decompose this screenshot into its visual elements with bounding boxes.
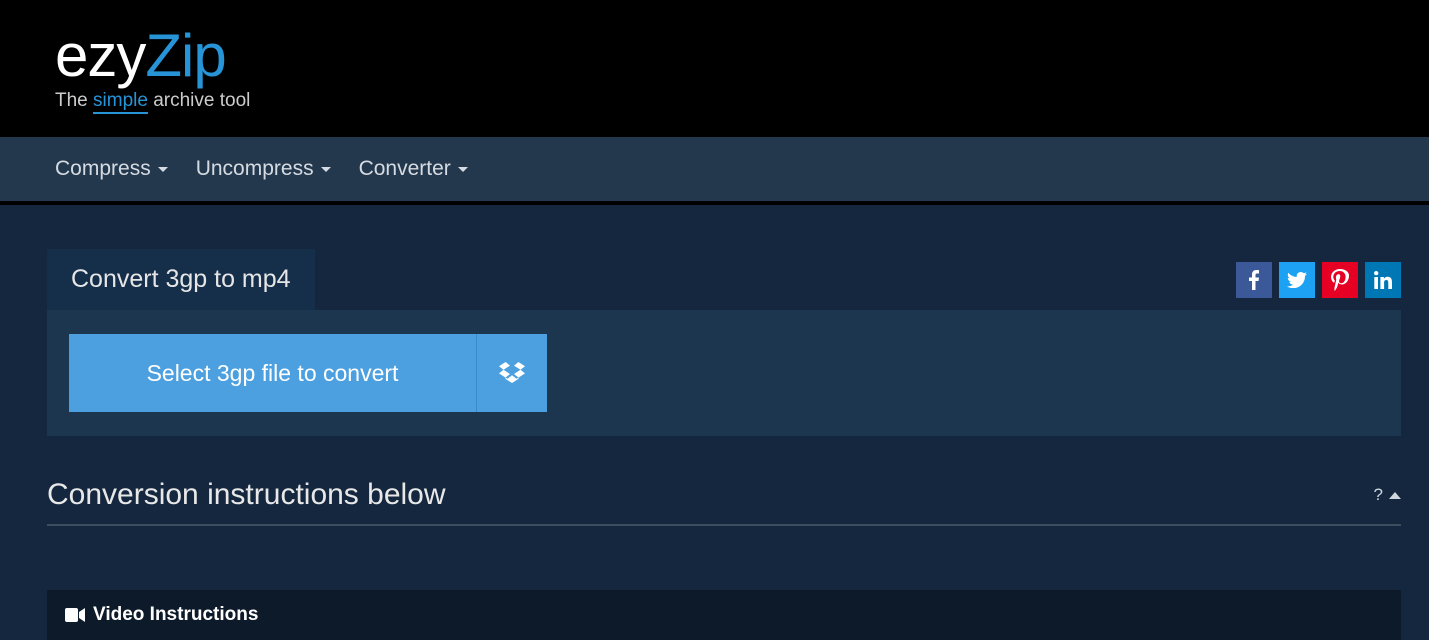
- header: ezyZip The simple archive tool: [0, 0, 1429, 137]
- tagline-highlight: simple: [93, 90, 148, 114]
- main-nav: Compress Uncompress Converter: [0, 137, 1429, 205]
- nav-converter-label: Converter: [359, 157, 451, 181]
- dropbox-icon: [499, 362, 525, 384]
- facebook-button[interactable]: [1236, 262, 1272, 298]
- logo-part1: ezy: [55, 22, 145, 89]
- chevron-down-icon: [458, 167, 468, 172]
- instructions-header: Conversion instructions below ?: [47, 478, 1401, 526]
- linkedin-button[interactable]: [1365, 262, 1401, 298]
- active-tab: Convert 3gp to mp4: [47, 249, 315, 310]
- nav-compress[interactable]: Compress: [55, 157, 168, 181]
- select-file-label: Select 3gp file to convert: [147, 360, 399, 387]
- video-instructions-header[interactable]: Video Instructions: [47, 590, 1401, 640]
- tagline-pre: The: [55, 90, 93, 111]
- instructions-title: Conversion instructions below: [47, 478, 446, 512]
- twitter-button[interactable]: [1279, 262, 1315, 298]
- pinterest-button[interactable]: [1322, 262, 1358, 298]
- tagline: The simple archive tool: [55, 90, 250, 112]
- help-label: ?: [1374, 485, 1383, 505]
- chevron-up-icon: [1389, 492, 1401, 499]
- twitter-icon: [1287, 272, 1307, 288]
- dropbox-button[interactable]: [477, 334, 547, 412]
- linkedin-icon: [1374, 271, 1392, 289]
- nav-uncompress-label: Uncompress: [196, 157, 314, 181]
- help-toggle[interactable]: ?: [1374, 485, 1401, 505]
- video-title-wrap: Video Instructions: [65, 604, 258, 626]
- file-select-group: Select 3gp file to convert: [69, 334, 547, 412]
- card-header-row: Convert 3gp to mp4: [47, 249, 1401, 310]
- pinterest-icon: [1331, 269, 1349, 291]
- video-icon: [65, 608, 85, 622]
- logo[interactable]: ezyZip The simple archive tool: [55, 26, 250, 112]
- tagline-post: archive tool: [148, 90, 250, 111]
- upload-panel: Select 3gp file to convert: [47, 310, 1401, 436]
- logo-part2: Zip: [145, 22, 225, 89]
- tab-title: Convert 3gp to mp4: [71, 265, 291, 293]
- facebook-icon: [1249, 270, 1259, 290]
- nav-uncompress[interactable]: Uncompress: [196, 157, 331, 181]
- chevron-down-icon: [321, 167, 331, 172]
- nav-compress-label: Compress: [55, 157, 151, 181]
- chevron-down-icon: [158, 167, 168, 172]
- nav-converter[interactable]: Converter: [359, 157, 468, 181]
- select-file-button[interactable]: Select 3gp file to convert: [69, 334, 477, 412]
- social-buttons: [1236, 262, 1401, 298]
- content: Convert 3gp to mp4 Select 3gp file to co…: [0, 205, 1429, 640]
- logo-text: ezyZip: [55, 26, 250, 86]
- video-title: Video Instructions: [93, 604, 258, 626]
